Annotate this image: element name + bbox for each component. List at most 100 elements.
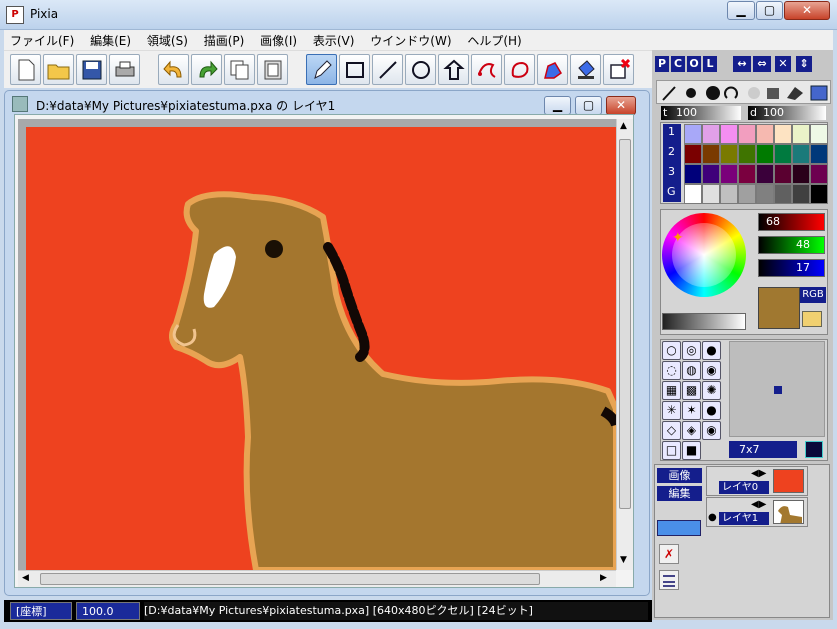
scroll-up-icon[interactable]: ▲: [620, 121, 627, 131]
brush-shape-icon[interactable]: ▦: [662, 381, 681, 400]
palette-swatch[interactable]: [774, 184, 792, 204]
brush-shape-icon[interactable]: ✺: [702, 381, 721, 400]
panel-tab-p[interactable]: P: [655, 56, 669, 72]
menu-view[interactable]: 表示(V): [307, 30, 361, 51]
palette-swatch[interactable]: [720, 164, 738, 184]
image-layer-button[interactable]: 画像: [657, 468, 702, 483]
menu-window[interactable]: ウインドウ(W): [364, 30, 457, 51]
palette-swatch[interactable]: [792, 184, 810, 204]
paste-page-icon[interactable]: [257, 54, 288, 85]
open-folder-icon[interactable]: [43, 54, 74, 85]
menu-selection[interactable]: 領域(S): [141, 30, 194, 51]
palette-swatch[interactable]: [702, 184, 720, 204]
palette-swatch[interactable]: [702, 164, 720, 184]
blue-slider[interactable]: [758, 259, 825, 277]
new-file-icon[interactable]: [10, 54, 41, 85]
save-disk-icon[interactable]: [76, 54, 107, 85]
brush-shape-icon[interactable]: ●: [702, 341, 721, 360]
brush-shape-icon[interactable]: ○: [662, 341, 681, 360]
scroll-down-icon[interactable]: ▼: [620, 555, 627, 565]
minimize-button[interactable]: ▁: [727, 1, 755, 20]
palette-swatch[interactable]: [756, 144, 774, 164]
palette-swatch[interactable]: [756, 124, 774, 144]
palette-swatch[interactable]: [738, 144, 756, 164]
brush-shape-icon[interactable]: ◎: [682, 341, 701, 360]
brush-type-icons[interactable]: [661, 84, 831, 102]
palette-swatch[interactable]: [720, 144, 738, 164]
brush-shape-icon[interactable]: ◇: [662, 421, 681, 440]
edit-layer-button[interactable]: 編集: [657, 486, 702, 501]
scroll-left-icon[interactable]: ◀: [22, 573, 29, 583]
palette-swatch[interactable]: [738, 164, 756, 184]
brush-shape-icon[interactable]: □: [662, 441, 681, 460]
layer-list-icon[interactable]: [659, 570, 679, 590]
menu-image[interactable]: 画像(I): [254, 30, 303, 51]
palette-row-3[interactable]: 3: [668, 165, 675, 178]
panel-tab-l[interactable]: L: [703, 56, 717, 72]
panel-scroll-icon[interactable]: ⇕: [796, 56, 812, 72]
copy-page-icon[interactable]: [224, 54, 255, 85]
palette-swatch[interactable]: [738, 124, 756, 144]
layer-1-visible-icon[interactable]: ●: [708, 512, 717, 523]
brush-shape-icon[interactable]: ■: [682, 441, 701, 460]
palette-swatch[interactable]: [684, 164, 702, 184]
color-wheel[interactable]: [662, 213, 746, 297]
palette-swatch[interactable]: [810, 124, 828, 144]
brush-size-field[interactable]: 7x7: [729, 441, 797, 458]
doc-maximize-button[interactable]: ▢: [575, 96, 602, 115]
vertical-scrollbar[interactable]: ▲ ▼: [616, 119, 633, 570]
palette-row-2[interactable]: 2: [668, 145, 675, 158]
palette-swatch[interactable]: [738, 184, 756, 204]
doc-close-button[interactable]: ✕: [606, 96, 636, 115]
menu-draw[interactable]: 描画(P): [198, 30, 251, 51]
palette-swatch[interactable]: [756, 184, 774, 204]
palette-row-1[interactable]: 1: [668, 125, 675, 138]
delete-layer-icon[interactable]: ✗: [659, 544, 679, 564]
green-slider[interactable]: [758, 236, 825, 254]
layer-row-0[interactable]: ◀▶ レイヤ0: [706, 466, 808, 496]
brush-shape-icon[interactable]: ◌: [662, 361, 681, 380]
maximize-button[interactable]: ▢: [756, 1, 783, 20]
layer-1-toggle-icon[interactable]: ◀▶: [751, 499, 766, 510]
palette-swatch[interactable]: [774, 164, 792, 184]
brush-shape-icon[interactable]: ●: [702, 401, 721, 420]
palette-swatch[interactable]: [684, 124, 702, 144]
print-icon[interactable]: [109, 54, 140, 85]
palette-row-g[interactable]: G: [667, 185, 676, 198]
palette-swatch[interactable]: [756, 164, 774, 184]
menu-edit[interactable]: 編集(E): [84, 30, 137, 51]
polygon-tool-icon[interactable]: [438, 54, 469, 85]
rgb-mode-button[interactable]: RGB: [800, 287, 826, 303]
panel-tab-c[interactable]: C: [671, 56, 685, 72]
undo-arrow-icon[interactable]: [158, 54, 189, 85]
brush-shape-icon[interactable]: ✳: [662, 401, 681, 420]
close-button[interactable]: ✕: [784, 1, 830, 20]
menu-file[interactable]: ファイル(F): [4, 30, 80, 51]
brush-shape-icon[interactable]: ◍: [682, 361, 701, 380]
drawing-canvas[interactable]: [18, 119, 616, 570]
brush-shape-icon[interactable]: ◉: [702, 361, 721, 380]
palette-swatch[interactable]: [684, 184, 702, 204]
brush-shape-icon[interactable]: ✶: [682, 401, 701, 420]
bucket-fill-icon[interactable]: [570, 54, 601, 85]
canvas-viewport[interactable]: [18, 119, 616, 570]
palette-swatch[interactable]: [810, 164, 828, 184]
horizontal-scroll-thumb[interactable]: [40, 573, 540, 585]
horizontal-scrollbar[interactable]: ◀ ▶: [18, 570, 616, 587]
doc-minimize-button[interactable]: ▁: [544, 96, 571, 115]
brush-shape-icon[interactable]: ◉: [702, 421, 721, 440]
rectangle-tool-icon[interactable]: [339, 54, 370, 85]
panel-close-icon[interactable]: ✕: [775, 56, 791, 72]
color-folder-icon[interactable]: [802, 311, 822, 327]
palette-swatch[interactable]: [774, 124, 792, 144]
brush-shape-icon[interactable]: ▩: [682, 381, 701, 400]
palette-swatch[interactable]: [792, 144, 810, 164]
layer-0-toggle-icon[interactable]: ◀▶: [751, 468, 766, 479]
redo-arrow-icon[interactable]: [191, 54, 222, 85]
panel-shrink-icon[interactable]: ⇔: [753, 56, 771, 72]
opacity-slider[interactable]: [661, 106, 741, 120]
panel-tab-o[interactable]: O: [687, 56, 701, 72]
layer-color-bar[interactable]: [657, 520, 701, 536]
palette-swatch[interactable]: [792, 164, 810, 184]
panel-expand-icon[interactable]: ↔: [733, 56, 751, 72]
